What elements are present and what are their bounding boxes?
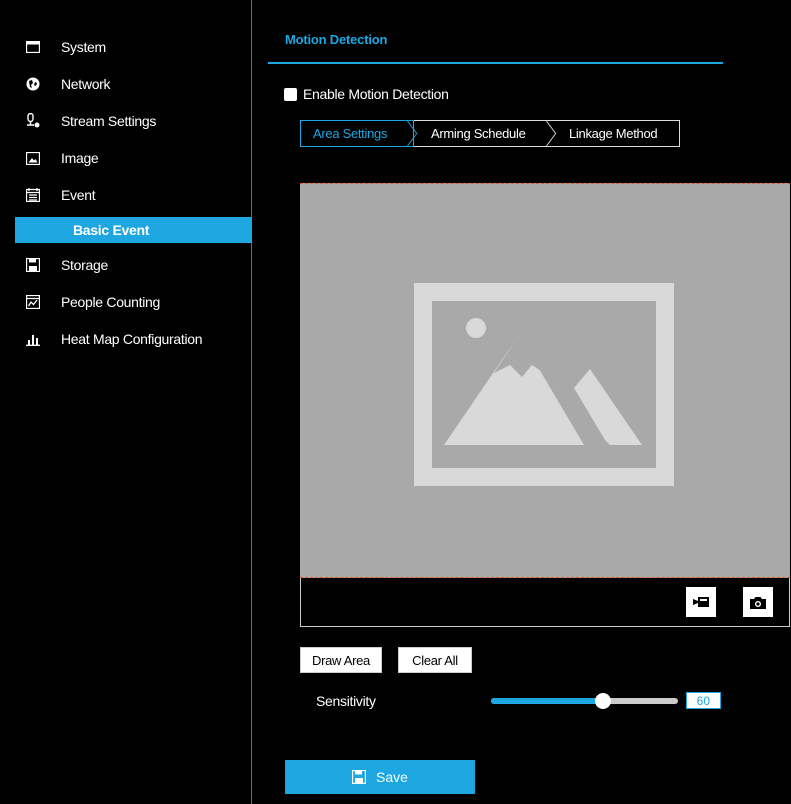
sidebar: System Network Stream Settings Image Eve… <box>0 0 252 804</box>
camera-icon <box>750 596 766 609</box>
tab-bar: Motion Detection <box>268 0 723 64</box>
record-button[interactable] <box>686 587 716 617</box>
tab-linkage-method[interactable]: Linkage Method <box>552 121 669 146</box>
sidebar-item-network[interactable]: Network <box>15 71 252 97</box>
tab-arming-schedule[interactable]: Arming Schedule <box>414 121 557 146</box>
sidebar-item-label: Network <box>61 76 111 92</box>
tab-label: Linkage Method <box>569 126 658 141</box>
sensitivity-value-input[interactable] <box>686 692 721 709</box>
sidebar-item-heat-map-configuration[interactable]: Heat Map Configuration <box>15 326 252 352</box>
slider-fill <box>491 698 603 704</box>
snapshot-button[interactable] <box>743 587 773 617</box>
checkbox-box[interactable] <box>284 87 297 101</box>
sidebar-item-label: Heat Map Configuration <box>61 331 203 347</box>
draw-area-button[interactable]: Draw Area <box>300 647 382 673</box>
sidebar-item-basic-event[interactable]: Basic Event <box>15 217 252 243</box>
floppy-icon <box>25 257 41 273</box>
slider-thumb[interactable] <box>595 693 611 709</box>
sidebar-item-people-counting[interactable]: People Counting <box>15 289 252 315</box>
sidebar-item-label: Basic Event <box>73 222 150 238</box>
sensitivity-label: Sensitivity <box>316 693 376 709</box>
sidebar-item-label: Event <box>61 187 96 203</box>
calendar-icon <box>25 187 41 203</box>
preview-control-bar <box>300 578 790 627</box>
bar-chart-icon <box>25 331 41 347</box>
window-icon <box>25 39 41 55</box>
sidebar-item-image[interactable]: Image <box>15 145 252 171</box>
save-button[interactable]: Save <box>285 760 475 794</box>
subtab-bar: Area Settings Arming Schedule Linkage Me… <box>300 120 680 147</box>
video-preview[interactable] <box>300 183 790 578</box>
sidebar-item-label: System <box>61 39 106 55</box>
tab-label: Area Settings <box>313 126 388 141</box>
enable-motion-detection-checkbox[interactable]: Enable Motion Detection <box>284 86 449 102</box>
people-counting-icon <box>25 294 41 310</box>
clear-all-button[interactable]: Clear All <box>398 647 472 673</box>
save-label: Save <box>376 769 408 785</box>
sensitivity-slider[interactable] <box>491 693 678 709</box>
tab-motion-detection[interactable]: Motion Detection <box>285 32 387 47</box>
globe-icon <box>25 76 41 92</box>
camera-stream-icon <box>25 113 41 129</box>
enable-motion-detection-label: Enable Motion Detection <box>303 86 449 102</box>
sidebar-item-event[interactable]: Event <box>15 182 252 208</box>
sidebar-item-label: Image <box>61 150 99 166</box>
sidebar-item-label: Storage <box>61 257 108 273</box>
sidebar-item-label: People Counting <box>61 294 161 310</box>
sidebar-item-stream-settings[interactable]: Stream Settings <box>15 108 252 134</box>
sidebar-item-storage[interactable]: Storage <box>15 252 252 278</box>
tab-area-settings[interactable]: Area Settings <box>300 120 418 147</box>
sidebar-item-system[interactable]: System <box>15 34 252 60</box>
floppy-icon <box>352 770 367 784</box>
image-placeholder-icon <box>414 283 674 486</box>
image-icon <box>25 150 41 166</box>
main-content: Motion Detection Enable Motion Detection… <box>253 0 791 804</box>
tab-label: Arming Schedule <box>431 126 526 141</box>
video-camera-icon <box>693 597 709 607</box>
sidebar-item-label: Stream Settings <box>61 113 157 129</box>
